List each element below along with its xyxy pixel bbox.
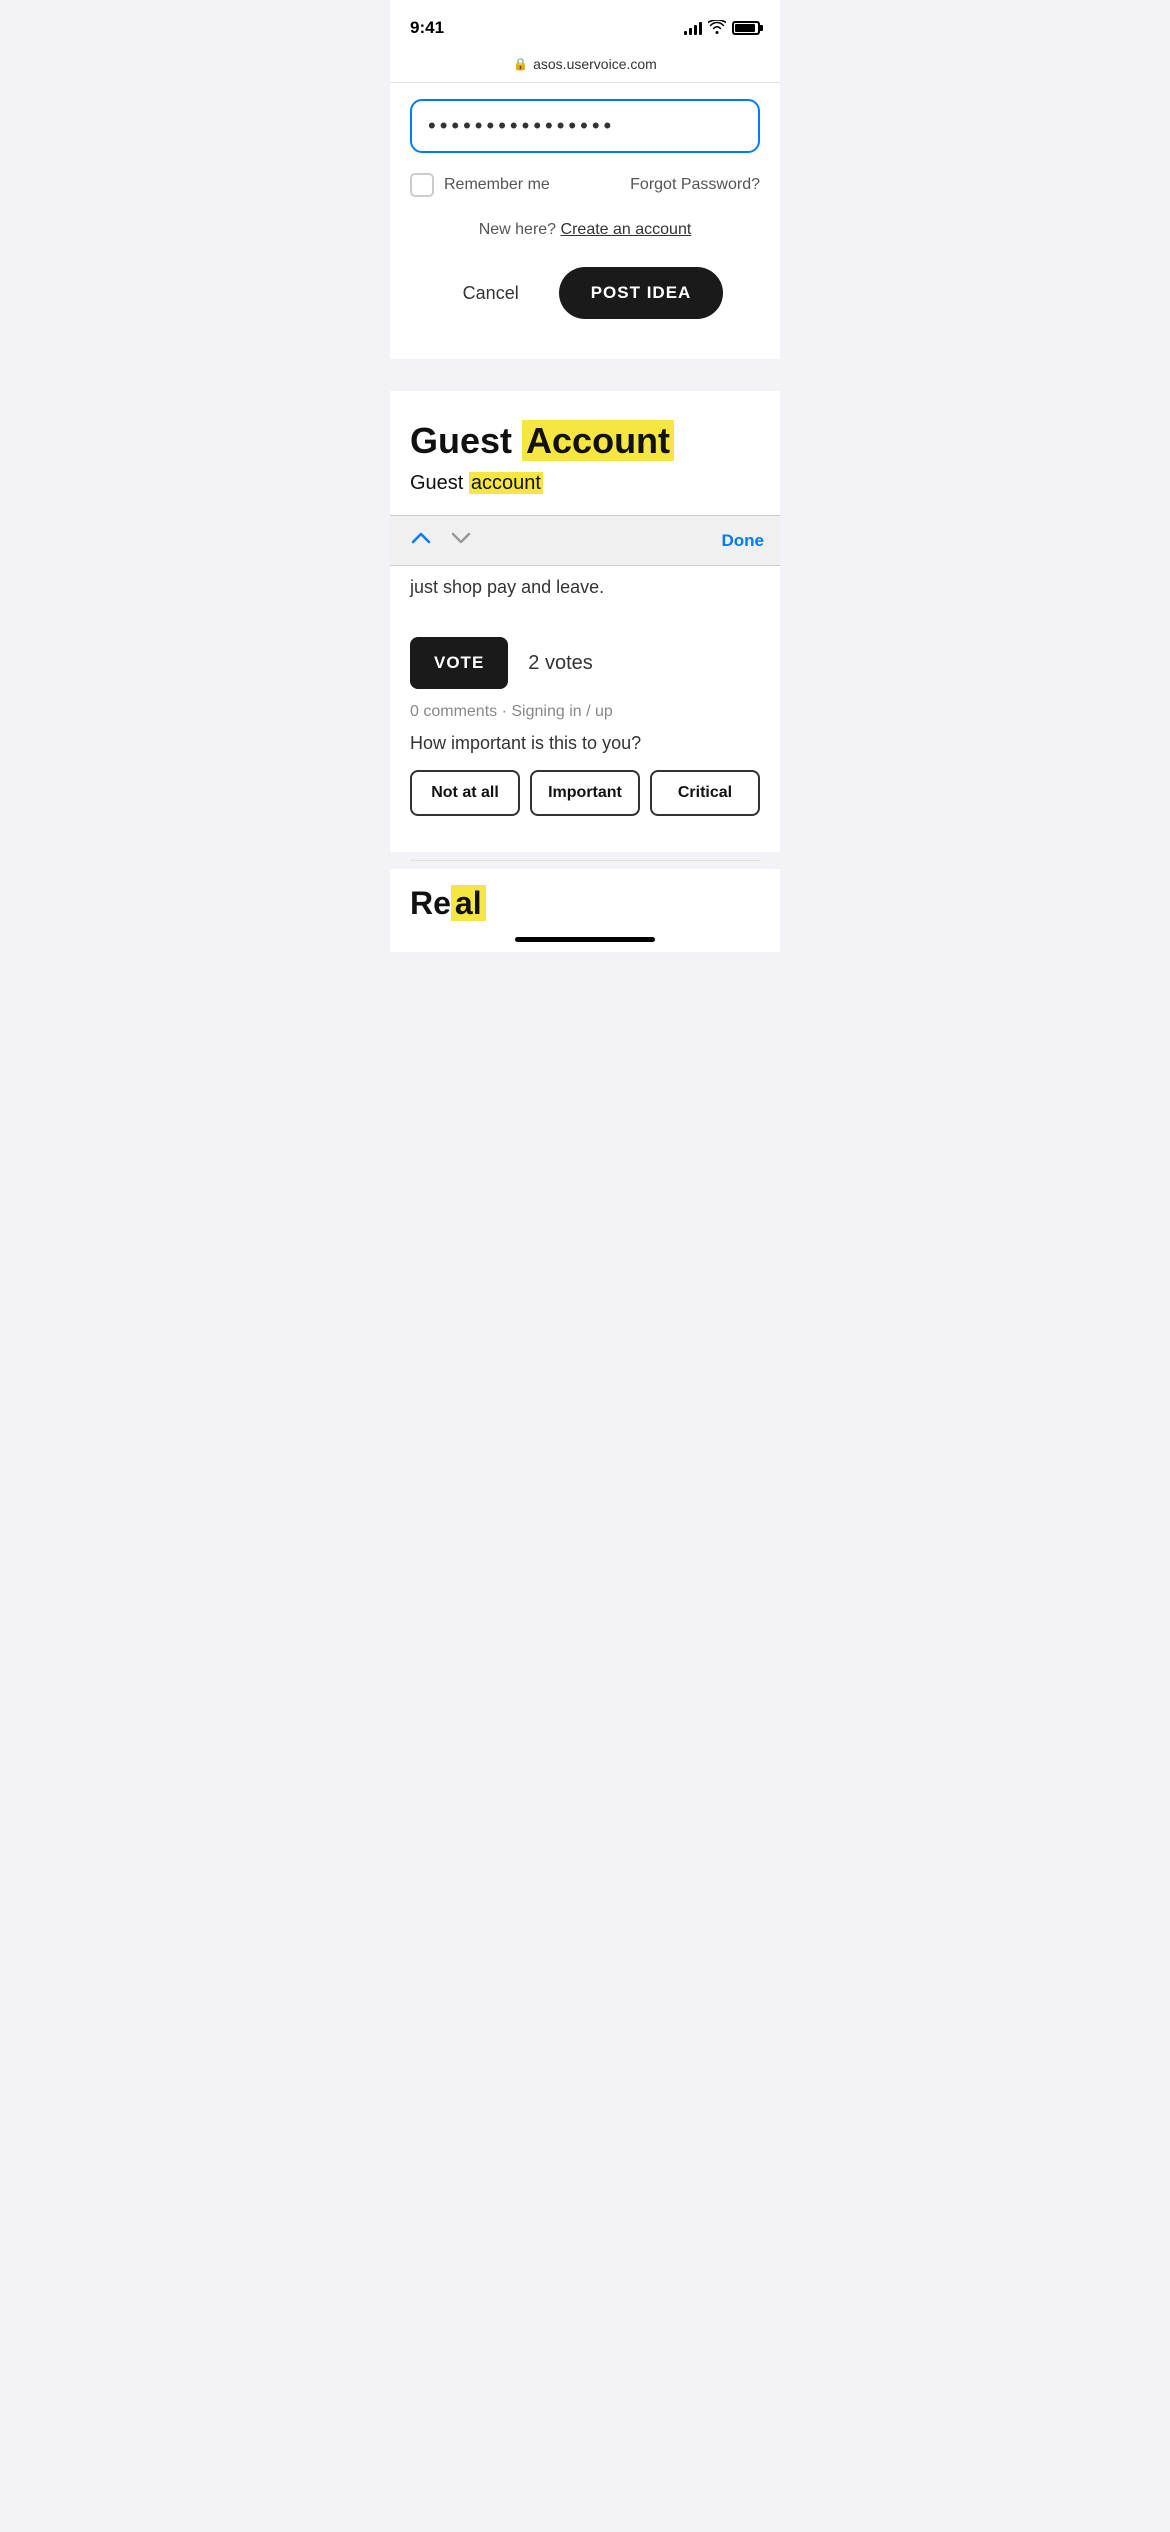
section-divider [410, 860, 760, 861]
password-dots: •••••••••••••••• [428, 115, 742, 137]
status-bar: 9:41 [390, 0, 780, 50]
status-time: 9:41 [410, 18, 444, 38]
vote-button[interactable]: VOTE [410, 637, 508, 689]
url-text: asos.uservoice.com [533, 56, 657, 72]
signing-text: Signing in / up [511, 703, 612, 720]
home-indicator [515, 937, 655, 942]
find-done-button[interactable]: Done [722, 531, 765, 551]
vote-count: 2 votes [528, 652, 592, 675]
remember-me-checkbox[interactable] [410, 173, 434, 197]
bottom-section: Real [390, 869, 780, 929]
remember-row: Remember me Forgot Password? [410, 173, 760, 197]
subtitle-start: Guest [410, 472, 469, 494]
gray-separator [390, 359, 780, 391]
importance-critical[interactable]: Critical [650, 770, 760, 816]
title-start: Guest [410, 420, 522, 461]
home-indicator-bar [390, 929, 780, 952]
body-text-content: just shop pay and leave. [410, 577, 604, 597]
bottom-title-highlight: al [451, 885, 486, 921]
importance-buttons: Not at all Important Critical [410, 770, 760, 816]
remember-left: Remember me [410, 173, 550, 197]
subtitle-highlight: account [469, 472, 543, 494]
find-next-button[interactable] [446, 526, 476, 555]
wifi-icon [708, 20, 726, 37]
importance-not-at-all[interactable]: Not at all [410, 770, 520, 816]
meta-row: 0 comments · Signing in / up [410, 703, 760, 721]
comments-count: 0 comments [410, 703, 497, 720]
password-field[interactable]: •••••••••••••••• [410, 99, 760, 153]
battery-icon [732, 21, 760, 35]
body-text: just shop pay and leave. [390, 566, 780, 621]
forgot-password-link[interactable]: Forgot Password? [630, 176, 760, 194]
cancel-button[interactable]: Cancel [447, 273, 535, 314]
find-previous-button[interactable] [406, 526, 436, 555]
vote-section: VOTE 2 votes 0 comments · Signing in / u… [390, 621, 780, 852]
page-subtitle: Guest account [410, 472, 760, 495]
remember-me-label: Remember me [444, 176, 550, 194]
post-idea-button[interactable]: POST IDEA [559, 267, 724, 319]
find-toolbar: Done [390, 515, 780, 566]
action-row: Cancel POST IDEA [410, 267, 760, 343]
title-highlight: Account [522, 420, 674, 461]
main-content-top: •••••••••••••••• Remember me Forgot Pass… [390, 83, 780, 359]
page-title: Guest Account [410, 419, 760, 462]
vote-row: VOTE 2 votes [410, 637, 760, 689]
new-here-text: New here? [479, 221, 556, 238]
find-arrows [406, 526, 476, 555]
signal-icon [684, 21, 702, 35]
content-section: Guest Account Guest account [390, 391, 780, 515]
meta-separator: · [502, 703, 507, 720]
importance-question: How important is this to you? [410, 733, 760, 754]
create-account-link[interactable]: Create an account [561, 221, 692, 238]
address-bar: 🔒 asos.uservoice.com [390, 50, 780, 83]
lock-icon: 🔒 [513, 57, 528, 71]
new-here-section: New here? Create an account [410, 221, 760, 239]
bottom-title: Real [410, 885, 760, 922]
bottom-title-start: Re [410, 885, 451, 921]
importance-important[interactable]: Important [530, 770, 640, 816]
status-icons [684, 20, 760, 37]
